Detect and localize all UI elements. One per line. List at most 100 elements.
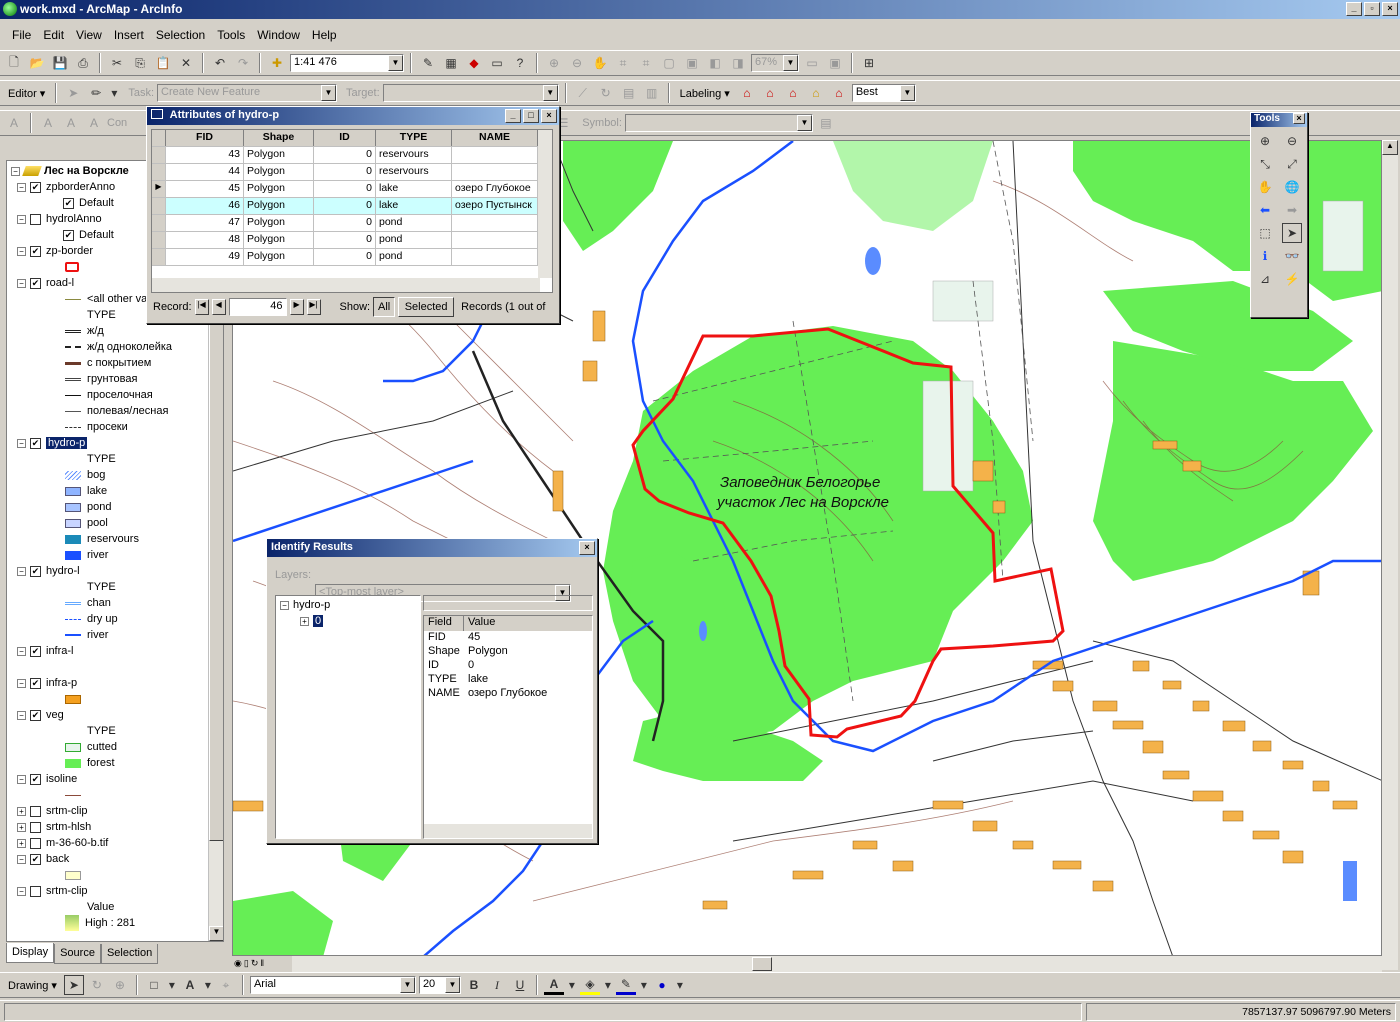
expand-toggle-icon[interactable]: + (17, 806, 26, 816)
refresh-icon[interactable]: ↻ (251, 958, 259, 970)
label-priority-icon[interactable]: ⌂ (760, 83, 780, 103)
select-elements-icon-drawing[interactable]: ➤ (63, 975, 84, 995)
editor-menu[interactable]: Editor ▾ (4, 87, 49, 100)
layer-visibility-checkbox[interactable] (30, 885, 41, 897)
layout-zoom-in-icon[interactable]: ⊕ (544, 53, 564, 73)
expand-toggle-icon[interactable]: − (17, 566, 26, 576)
menu-window[interactable]: Window (251, 28, 306, 42)
row-selector[interactable] (152, 198, 166, 214)
table-cell[interactable]: 47 (166, 215, 244, 231)
show-selected-button[interactable]: Selected (398, 297, 455, 317)
table-cell[interactable]: pond (376, 232, 452, 248)
table-row[interactable]: 44 Polygon 0 reservours (152, 164, 552, 181)
table-cell[interactable]: Polygon (244, 198, 314, 214)
menu-help[interactable]: Help (306, 28, 343, 42)
data-view-icon[interactable]: ◉ (234, 958, 242, 970)
table-cell[interactable]: lake (376, 198, 452, 214)
table-cell[interactable]: pond (376, 215, 452, 231)
layer-visibility-checkbox[interactable]: ✔ (30, 677, 41, 689)
expand-toggle-icon[interactable]: − (17, 678, 26, 688)
label-weights-icon[interactable]: ⌂ (783, 83, 803, 103)
new-document-icon[interactable]: 🗋 (4, 53, 24, 73)
expand-toggle-icon[interactable]: − (17, 886, 26, 896)
text-dropdown[interactable]: ▾ (203, 975, 213, 995)
table-cell[interactable]: lake (376, 181, 452, 197)
pause-draw-icon[interactable]: ‖ (260, 958, 264, 970)
table-cell[interactable]: 44 (166, 164, 244, 180)
identify-tree-layer[interactable]: − hydro-p (280, 599, 330, 611)
table-cell[interactable]: 43 (166, 147, 244, 163)
table-cell[interactable]: Polygon (244, 215, 314, 231)
italic-button[interactable]: I (487, 975, 507, 995)
hyperlink-icon[interactable]: ⚡ (1282, 269, 1302, 289)
layer-visibility-checkbox[interactable]: ✔ (30, 853, 41, 865)
rotate-element-icon[interactable]: ↻ (87, 975, 107, 995)
table-cell[interactable] (452, 147, 538, 163)
toc-layer-hydro-l[interactable]: − ✔ hydro-l (17, 563, 80, 579)
table-cell[interactable]: 49 (166, 249, 244, 265)
label-manager-icon[interactable]: ⌂ (737, 83, 757, 103)
zoom-whole-page-icon[interactable]: ▢ (659, 53, 679, 73)
attribute-table[interactable]: FID Shape ID TYPE NAME 43 Polygon 0 reservo… (151, 129, 553, 293)
expand-toggle-icon[interactable]: + (17, 838, 26, 848)
close-button[interactable]: × (1382, 2, 1398, 16)
table-cell[interactable] (452, 249, 538, 265)
change-layout-icon[interactable]: ⊞ (859, 53, 879, 73)
print-icon[interactable]: ⎙ (73, 53, 93, 73)
table-cell[interactable]: 0 (314, 181, 376, 197)
table-cell[interactable]: 45 (166, 181, 244, 197)
attributes-icon[interactable]: ▤ (619, 83, 639, 103)
open-icon[interactable]: 📂 (27, 53, 47, 73)
go-back-icon[interactable]: ◧ (705, 53, 725, 73)
row-selector[interactable] (152, 232, 166, 248)
font-color-dropdown[interactable]: ▾ (567, 975, 577, 995)
next-record-button[interactable]: ▶ (289, 299, 304, 315)
identify-tree-feature[interactable]: +0 (300, 615, 324, 627)
expand-toggle-icon[interactable]: + (17, 822, 26, 832)
table-cell[interactable]: Polygon (244, 232, 314, 248)
toc-layer-veg[interactable]: − ✔ veg (17, 707, 64, 723)
lock-labels-icon[interactable]: ⌂ (806, 83, 826, 103)
redo-icon[interactable]: ↷ (233, 53, 253, 73)
layer-visibility-checkbox[interactable] (30, 213, 41, 225)
go-forward-icon[interactable]: ◨ (728, 53, 748, 73)
straight-annotation-icon[interactable]: A (61, 113, 81, 133)
delete-icon[interactable]: ✕ (176, 53, 196, 73)
split-tool-icon[interactable]: ⟋ (573, 83, 593, 103)
back-extent-icon[interactable]: ⬅ (1255, 200, 1275, 220)
toc-layer-srtm-clip[interactable]: − srtm-clip (17, 883, 88, 899)
toc-layer-zp-border[interactable]: − ✔ zp-border (17, 243, 93, 259)
expand-toggle-icon[interactable]: − (17, 278, 26, 288)
toc-layer-hydro-p[interactable]: − ✔ hydro-p (17, 435, 88, 451)
attributes-close-button[interactable]: × (541, 109, 557, 123)
table-cell[interactable]: 48 (166, 232, 244, 248)
expand-toggle-icon[interactable]: − (17, 438, 26, 448)
symbol-combo[interactable]: ▼ (624, 114, 813, 132)
table-cell[interactable]: reservours (376, 147, 452, 163)
col-type[interactable]: TYPE (376, 130, 452, 146)
pan-icon[interactable]: ✋ (1255, 177, 1275, 197)
menu-tools[interactable]: Tools (211, 28, 251, 42)
sketch-properties-icon[interactable]: ▥ (642, 83, 662, 103)
tab-display[interactable]: Display (6, 943, 55, 963)
toc-layer-road-l[interactable]: − ✔ road-l (17, 275, 74, 291)
menu-file[interactable]: File (6, 28, 37, 42)
table-row[interactable]: 48 Polygon 0 pond (152, 232, 552, 249)
layer-visibility-checkbox[interactable]: ✔ (30, 181, 41, 193)
zoom-in-icon[interactable]: ⊕ (1255, 131, 1275, 151)
layout-zoom-out-icon[interactable]: ⊖ (567, 53, 587, 73)
undo-icon[interactable]: ↶ (210, 53, 230, 73)
expand-toggle-icon[interactable]: − (17, 710, 26, 720)
horizontal-annotation-icon[interactable]: A (38, 113, 58, 133)
table-cell[interactable]: 46 (166, 198, 244, 214)
annotation-edit-icon[interactable]: A (4, 113, 24, 133)
col-id[interactable]: ID (314, 130, 376, 146)
sketch-tool-dropdown[interactable]: ▾ (109, 83, 119, 103)
col-fid[interactable]: FID (166, 130, 244, 146)
arccatalog-icon[interactable]: ◆ (464, 53, 484, 73)
rectangle-dropdown[interactable]: ▾ (167, 975, 177, 995)
add-data-icon[interactable]: ✚ (267, 53, 287, 73)
table-row[interactable]: 47 Polygon 0 pond (152, 215, 552, 232)
toggle-draft-icon[interactable]: ▭ (802, 53, 822, 73)
table-cell[interactable]: Polygon (244, 147, 314, 163)
